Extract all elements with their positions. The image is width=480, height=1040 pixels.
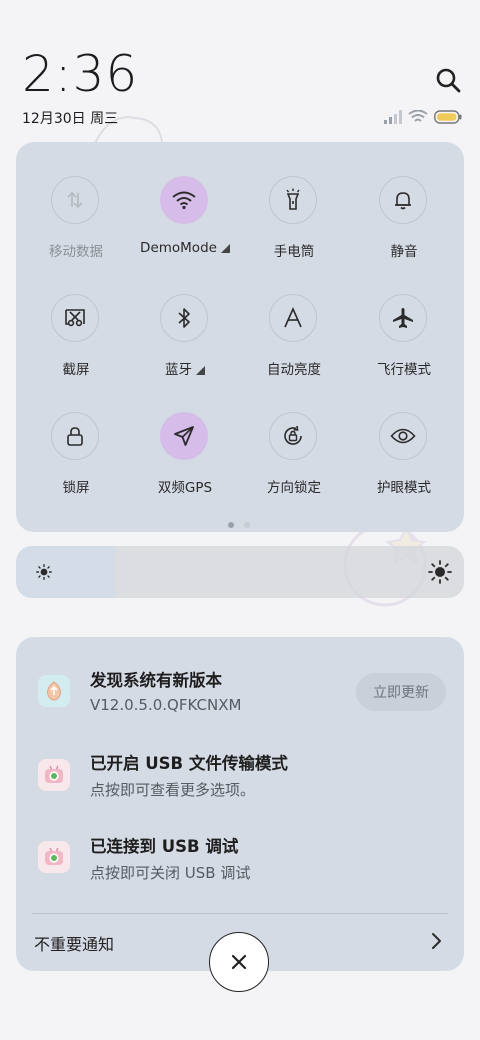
status-icons <box>384 108 462 126</box>
tile-silent[interactable]: 静音 <box>349 176 459 286</box>
flashlight-icon <box>286 188 300 210</box>
tile-airplane-label: 飞行模式 <box>377 362 431 378</box>
notification-divider <box>32 913 448 914</box>
clear-all-notifications-button[interactable] <box>209 932 269 992</box>
brightness-slider-fill <box>16 546 115 598</box>
tile-rotation-lock-button[interactable] <box>269 412 317 460</box>
tile-lock-screen[interactable]: 锁屏 <box>21 412 131 522</box>
tile-screenshot-label: 截屏 <box>62 362 90 378</box>
brightness-slider[interactable] <box>16 546 464 598</box>
page-dot <box>244 522 250 528</box>
clock-time: 2:36 <box>22 45 139 103</box>
wifi-expand-icon[interactable] <box>220 243 230 253</box>
search-button[interactable] <box>432 64 464 96</box>
tile-bluetooth-button[interactable] <box>160 294 208 342</box>
notification-subtitle: 点按即可查看更多选项。 <box>90 781 256 799</box>
tile-wifi-label: DemoMode <box>130 240 240 256</box>
tile-auto-brightness[interactable]: 自动亮度 <box>239 294 349 404</box>
tile-dual-gps[interactable]: 双频GPS <box>130 412 240 522</box>
rotation-lock-icon <box>284 425 302 445</box>
tile-flashlight-button[interactable] <box>269 176 317 224</box>
cellular-signal-icon <box>384 110 402 124</box>
tile-eye-care-label: 护眼模式 <box>377 480 431 496</box>
android-system-icon <box>45 847 63 865</box>
tile-wifi[interactable]: DemoMode <box>130 176 240 286</box>
tile-bluetooth[interactable]: 蓝牙 <box>130 294 240 404</box>
notification-panel: 发现系统有新版本 V12.0.5.0.QFKCNXM 立即更新 已开启 USB … <box>16 637 464 971</box>
tile-lock-screen-label: 锁屏 <box>62 480 90 496</box>
close-icon <box>231 954 247 970</box>
tile-eye-care[interactable]: 护眼模式 <box>349 412 459 522</box>
update-app-icon <box>47 681 61 701</box>
wifi-status-icon <box>408 110 428 122</box>
battery-icon <box>434 110 462 124</box>
tile-flashlight-label: 手电筒 <box>273 244 315 260</box>
tile-wifi-button[interactable] <box>160 176 208 224</box>
gps-icon <box>174 426 194 446</box>
clock-date: 12月30日 周三 <box>22 111 119 127</box>
tile-rotation-lock-label: 方向锁定 <box>267 480 321 496</box>
tile-airplane-button[interactable] <box>379 294 427 342</box>
tile-flashlight[interactable]: 手电筒 <box>239 176 349 286</box>
tile-silent-label: 静音 <box>390 244 418 260</box>
tile-dual-gps-label: 双频GPS <box>157 480 213 496</box>
quick-settings-panel: 移动数据 DemoMode 手电筒 静音 截屏 蓝牙 自动亮度 飞行模式 锁屏 … <box>16 142 464 532</box>
notification-title: 已开启 USB 文件传输模式 <box>90 754 288 773</box>
tile-mobile-data-button[interactable] <box>51 176 99 224</box>
bluetooth-icon <box>178 308 190 328</box>
lock-icon <box>67 427 83 446</box>
brightness-low-icon <box>36 564 52 580</box>
airplane-icon <box>393 308 413 328</box>
minor-notifications-link[interactable]: 不重要通知 <box>34 931 114 955</box>
tile-auto-brightness-button[interactable] <box>269 294 317 342</box>
notification-app-icon <box>38 675 70 707</box>
tile-bluetooth-label: 蓝牙 <box>130 358 240 378</box>
notification-title: 发现系统有新版本 <box>90 671 222 690</box>
chevron-right-icon[interactable] <box>428 931 444 951</box>
bell-icon <box>395 192 411 210</box>
eye-icon <box>390 428 416 444</box>
notification-app-icon <box>38 841 70 873</box>
tile-airplane[interactable]: 飞行模式 <box>349 294 459 404</box>
screenshot-icon <box>65 309 85 327</box>
notification-title: 已连接到 USB 调试 <box>90 837 239 856</box>
tile-rotation-lock[interactable]: 方向锁定 <box>239 412 349 522</box>
tile-lock-screen-button[interactable] <box>51 412 99 460</box>
update-now-button[interactable]: 立即更新 <box>356 673 446 711</box>
notification-app-icon <box>38 759 70 791</box>
notification-subtitle: V12.0.5.0.QFKCNXM <box>90 696 242 714</box>
search-icon <box>436 68 461 93</box>
tile-screenshot[interactable]: 截屏 <box>21 294 131 404</box>
page-dot-active <box>228 522 234 528</box>
tile-silent-button[interactable] <box>379 176 427 224</box>
brightness-high-icon <box>428 560 452 584</box>
tile-mobile-data-label: 移动数据 <box>49 244 103 260</box>
notification-subtitle: 点按即可关闭 USB 调试 <box>90 864 251 882</box>
quick-settings-page-indicator <box>228 522 250 528</box>
tile-auto-brightness-label: 自动亮度 <box>267 362 321 378</box>
auto-brightness-icon <box>284 307 302 328</box>
tile-dual-gps-button[interactable] <box>160 412 208 460</box>
tile-mobile-data[interactable]: 移动数据 <box>21 176 131 286</box>
tile-screenshot-button[interactable] <box>51 294 99 342</box>
tile-eye-care-button[interactable] <box>379 412 427 460</box>
wifi-icon <box>172 191 196 210</box>
mobile-data-icon <box>67 191 83 209</box>
bluetooth-expand-icon[interactable] <box>196 365 205 375</box>
android-system-icon <box>45 765 63 783</box>
